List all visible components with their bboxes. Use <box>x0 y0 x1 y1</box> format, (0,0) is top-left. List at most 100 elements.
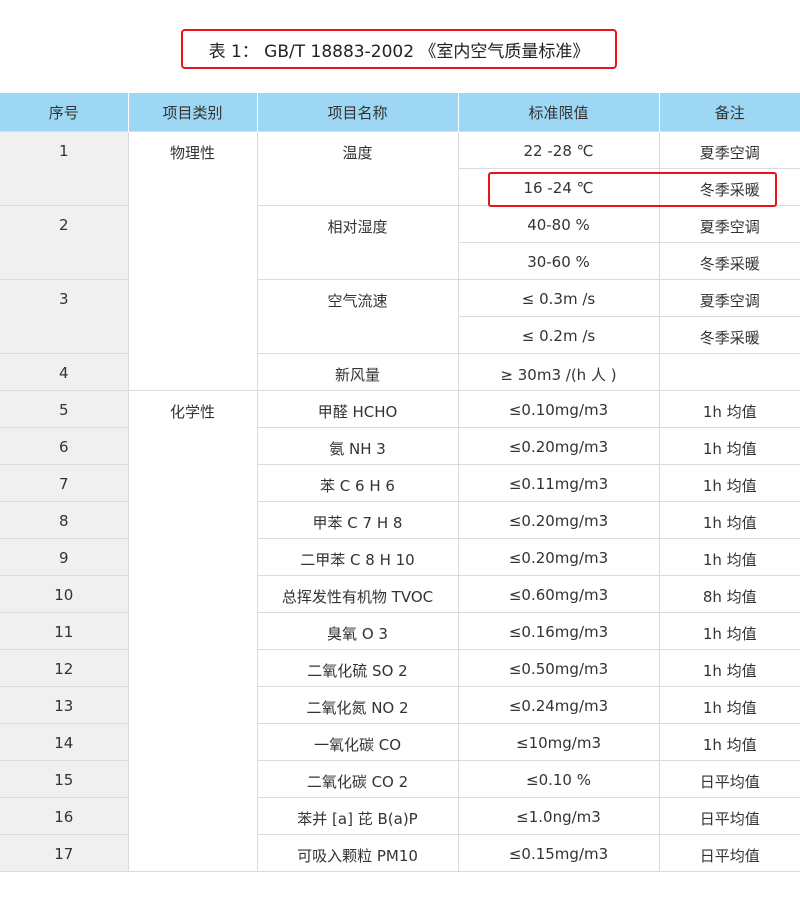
cell-item-name: 总挥发性有机物 TVOC <box>256 575 459 613</box>
cell-item-name: 二氧化硫 SO 2 <box>256 649 459 687</box>
cell-limit: ≤0.11mg/m3 <box>457 464 660 502</box>
table-row: 5 化学性 甲醛 HCHO ≤0.10mg/m3 1h 均值 <box>0 390 800 872</box>
cell-note: 冬季采暖 <box>658 242 800 280</box>
cell-note: 1h 均值 <box>658 649 800 687</box>
table-row: 13 二氧化氮 NO 2 ≤0.24mg/m3 1h 均值 <box>0 686 800 724</box>
cell-limit: ≤0.10mg/m3 <box>457 390 660 428</box>
cell-limit: ≤0.20mg/m3 <box>457 427 660 465</box>
table-row: 9 二甲苯 C 8 H 10 ≤0.20mg/m3 1h 均值 <box>0 538 800 576</box>
cell-seq: 2 <box>0 205 129 280</box>
cell-item-name: 氨 NH 3 <box>256 427 459 465</box>
cell-limit: ≤0.60mg/m3 <box>457 575 660 613</box>
header-category: 项目类别 <box>127 93 257 132</box>
cell-note: 8h 均值 <box>658 575 800 613</box>
cell-item-name: 二氧化氮 NO 2 <box>256 686 459 724</box>
cell-limit: ≤0.20mg/m3 <box>457 501 660 539</box>
cell-item-name: 苯并 [a] 芘 B(a)P <box>256 797 459 835</box>
cell-limit: 40-80 % <box>457 205 660 243</box>
cell-seq: 11 <box>0 612 129 650</box>
cell-limit: ≤0.24mg/m3 <box>457 686 660 724</box>
cell-item-name: 甲醛 HCHO <box>256 390 459 428</box>
cell-note: 1h 均值 <box>658 538 800 576</box>
table-title: 表 1： GB/T 18883-2002 《室内空气质量标准》 <box>181 29 617 69</box>
cell-seq: 5 <box>0 390 129 428</box>
cell-seq: 13 <box>0 686 129 724</box>
cell-item-name: 苯 C 6 H 6 <box>256 464 459 502</box>
cell-limit: ≤0.20mg/m3 <box>457 538 660 576</box>
cell-note: 1h 均值 <box>658 501 800 539</box>
table-row: 11 臭氧 O 3 ≤0.16mg/m3 1h 均值 <box>0 612 800 650</box>
cell-seq: 10 <box>0 575 129 613</box>
cell-seq: 7 <box>0 464 129 502</box>
cell-note <box>658 353 800 391</box>
cell-seq: 4 <box>0 353 129 391</box>
cell-note: 日平均值 <box>658 834 800 872</box>
cell-seq: 12 <box>0 649 129 687</box>
table-row: 12 二氧化硫 SO 2 ≤0.50mg/m3 1h 均值 <box>0 649 800 687</box>
table-row: 7 苯 C 6 H 6 ≤0.11mg/m3 1h 均值 <box>0 464 800 502</box>
cell-seq: 15 <box>0 760 129 798</box>
cell-limit: ≥ 30m3 /(h 人 ) <box>457 353 660 391</box>
table-header-row: 序号 项目类别 项目名称 标准限值 备注 <box>0 93 800 132</box>
cell-item-name: 可吸入颗粒 PM10 <box>256 834 459 872</box>
table-row: 1 物理性 温度 22 -28 ℃ 夏季空调 <box>0 131 800 391</box>
cell-note: 日平均值 <box>658 797 800 835</box>
cell-note: 1h 均值 <box>658 723 800 761</box>
header-note: 备注 <box>658 93 800 132</box>
cell-note: 1h 均值 <box>658 427 800 465</box>
cell-note: 1h 均值 <box>658 464 800 502</box>
cell-seq: 6 <box>0 427 129 465</box>
cell-seq: 9 <box>0 538 129 576</box>
cell-seq: 8 <box>0 501 129 539</box>
cell-note: 1h 均值 <box>658 390 800 428</box>
cell-seq: 3 <box>0 279 129 354</box>
table-row: 3 空气流速 ≤ 0.3m /s 夏季空调 <box>0 279 800 354</box>
cell-item-name: 二氧化碳 CO 2 <box>256 760 459 798</box>
cell-limit: ≤ 0.3m /s <box>457 279 660 317</box>
header-limit: 标准限值 <box>457 93 659 132</box>
cell-item-name: 温度 <box>256 131 459 206</box>
cell-category: 化学性 <box>127 390 258 872</box>
cell-note: 夏季空调 <box>658 279 800 317</box>
cell-seq: 14 <box>0 723 129 761</box>
cell-item-name: 空气流速 <box>256 279 459 354</box>
cell-limit: 22 -28 ℃ <box>457 131 660 169</box>
table-row: 6 氨 NH 3 ≤0.20mg/m3 1h 均值 <box>0 427 800 465</box>
cell-note: 夏季空调 <box>658 131 800 169</box>
table-row: 15 二氧化碳 CO 2 ≤0.10 % 日平均值 <box>0 760 800 798</box>
table-row: 16 苯并 [a] 芘 B(a)P ≤1.0ng/m3 日平均值 <box>0 797 800 835</box>
header-seq: 序号 <box>0 93 128 132</box>
cell-limit: 30-60 % <box>457 242 660 280</box>
cell-seq: 16 <box>0 797 129 835</box>
cell-limit: ≤10mg/m3 <box>457 723 660 761</box>
cell-item-name: 臭氧 O 3 <box>256 612 459 650</box>
table-row: 10 总挥发性有机物 TVOC ≤0.60mg/m3 8h 均值 <box>0 575 800 613</box>
cell-item-name: 一氧化碳 CO <box>256 723 459 761</box>
table-row: 17 可吸入颗粒 PM10 ≤0.15mg/m3 日平均值 <box>0 834 800 872</box>
cell-note: 1h 均值 <box>658 612 800 650</box>
cell-note: 冬季采暖 <box>658 316 800 354</box>
cell-limit: ≤0.50mg/m3 <box>457 649 660 687</box>
cell-item-name: 甲苯 C 7 H 8 <box>256 501 459 539</box>
cell-limit: ≤1.0ng/m3 <box>457 797 660 835</box>
air-quality-standard-table: 序号 项目类别 项目名称 标准限值 备注 1 物理性 温度 22 -28 ℃ 夏… <box>0 93 800 872</box>
cell-limit: ≤0.16mg/m3 <box>457 612 660 650</box>
cell-seq: 17 <box>0 834 129 872</box>
table-row: 14 一氧化碳 CO ≤10mg/m3 1h 均值 <box>0 723 800 761</box>
cell-item-name: 相对湿度 <box>256 205 459 280</box>
table-row: 2 相对湿度 40-80 % 夏季空调 <box>0 205 800 280</box>
cell-limit: ≤0.15mg/m3 <box>457 834 660 872</box>
cell-note: 日平均值 <box>658 760 800 798</box>
cell-limit: 16 -24 ℃ <box>457 168 660 206</box>
cell-note: 夏季空调 <box>658 205 800 243</box>
cell-item-name: 二甲苯 C 8 H 10 <box>256 538 459 576</box>
table-row: 8 甲苯 C 7 H 8 ≤0.20mg/m3 1h 均值 <box>0 501 800 539</box>
header-item-name: 项目名称 <box>256 93 458 132</box>
cell-note: 冬季采暖 <box>658 168 800 206</box>
cell-item-name: 新风量 <box>256 353 459 391</box>
table-row: 4 新风量 ≥ 30m3 /(h 人 ) <box>0 353 800 391</box>
cell-note: 1h 均值 <box>658 686 800 724</box>
cell-limit: ≤ 0.2m /s <box>457 316 660 354</box>
cell-seq: 1 <box>0 131 129 206</box>
table-title-text: 表 1： GB/T 18883-2002 《室内空气质量标准》 <box>208 41 590 62</box>
